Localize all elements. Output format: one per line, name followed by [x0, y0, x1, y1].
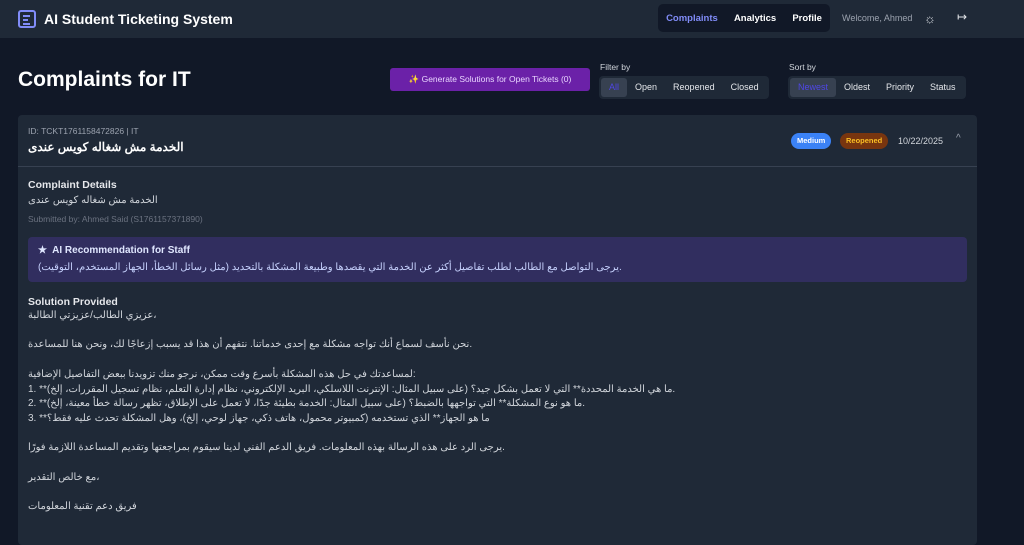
solution-title: Solution Provided [28, 296, 118, 308]
ticket-card: ID: TCKT1761158472826 | IT الخدمة مش شغا… [18, 115, 977, 545]
filter-segment: All Open Reopened Closed [599, 76, 769, 99]
sort-label: Sort by [789, 62, 816, 72]
ticket-id: ID: TCKT1761158472826 | IT [28, 126, 139, 136]
logout-icon[interactable]: ↦ [957, 10, 967, 24]
filter-closed[interactable]: Closed [723, 78, 767, 97]
filter-open[interactable]: Open [627, 78, 665, 97]
nav-tab-complaints[interactable]: Complaints [666, 13, 718, 24]
nav-tab-analytics[interactable]: Analytics [734, 13, 776, 24]
theme-toggle-sun-icon[interactable]: ☼ [924, 11, 936, 26]
sort-priority[interactable]: Priority [878, 78, 922, 97]
ai-recommendation-title: AI Recommendation for Staff [52, 245, 190, 256]
sort-newest[interactable]: Newest [790, 78, 837, 97]
complaint-details-text: الخدمة مش شغاله كويس عندى [28, 195, 158, 206]
filter-label: Filter by [600, 62, 631, 72]
sort-oldest[interactable]: Oldest [836, 78, 878, 97]
solution-text: عزيزي الطالب/عزيزتي الطالبة، نحن نأسف لس… [28, 310, 676, 513]
priority-badge: Medium [791, 133, 832, 149]
sort-status[interactable]: Status [922, 78, 964, 97]
status-badge: Reopened [840, 133, 889, 149]
chevron-up-icon[interactable]: ^ [956, 133, 961, 144]
ai-recommendation-text: يرجى التواصل مع الطالب لطلب تفاصيل أكثر … [38, 262, 622, 273]
ticket-title: الخدمة مش شغاله كويس عندى [28, 140, 184, 154]
nav-tab-profile[interactable]: Profile [792, 13, 822, 24]
sort-segment: Newest Oldest Priority Status [788, 76, 966, 99]
complaint-details-title: Complaint Details [28, 179, 117, 191]
app-title: AI Student Ticketing System [44, 11, 233, 27]
navbar: AI Student Ticketing System Complaints A… [0, 0, 1024, 38]
welcome-text: Welcome, Ahmed [842, 13, 913, 23]
filter-reopened[interactable]: Reopened [665, 78, 723, 97]
ticket-logo-icon [18, 10, 36, 28]
submitted-by: Submitted by: Ahmed Said (S1761157371890… [28, 214, 203, 224]
generate-solutions-button[interactable]: ✨ Generate Solutions for Open Tickets (0… [390, 68, 590, 91]
filter-all[interactable]: All [601, 78, 628, 97]
ticket-header[interactable]: ID: TCKT1761158472826 | IT الخدمة مش شغا… [18, 115, 977, 167]
nav-tabs: Complaints Analytics Profile [658, 4, 830, 32]
star-icon: ★ [38, 245, 47, 256]
ticket-date: 10/22/2025 [898, 136, 944, 146]
page-title: Complaints for IT [18, 68, 191, 91]
ai-recommendation-box: ★ AI Recommendation for Staff يرجى التوا… [28, 237, 967, 282]
